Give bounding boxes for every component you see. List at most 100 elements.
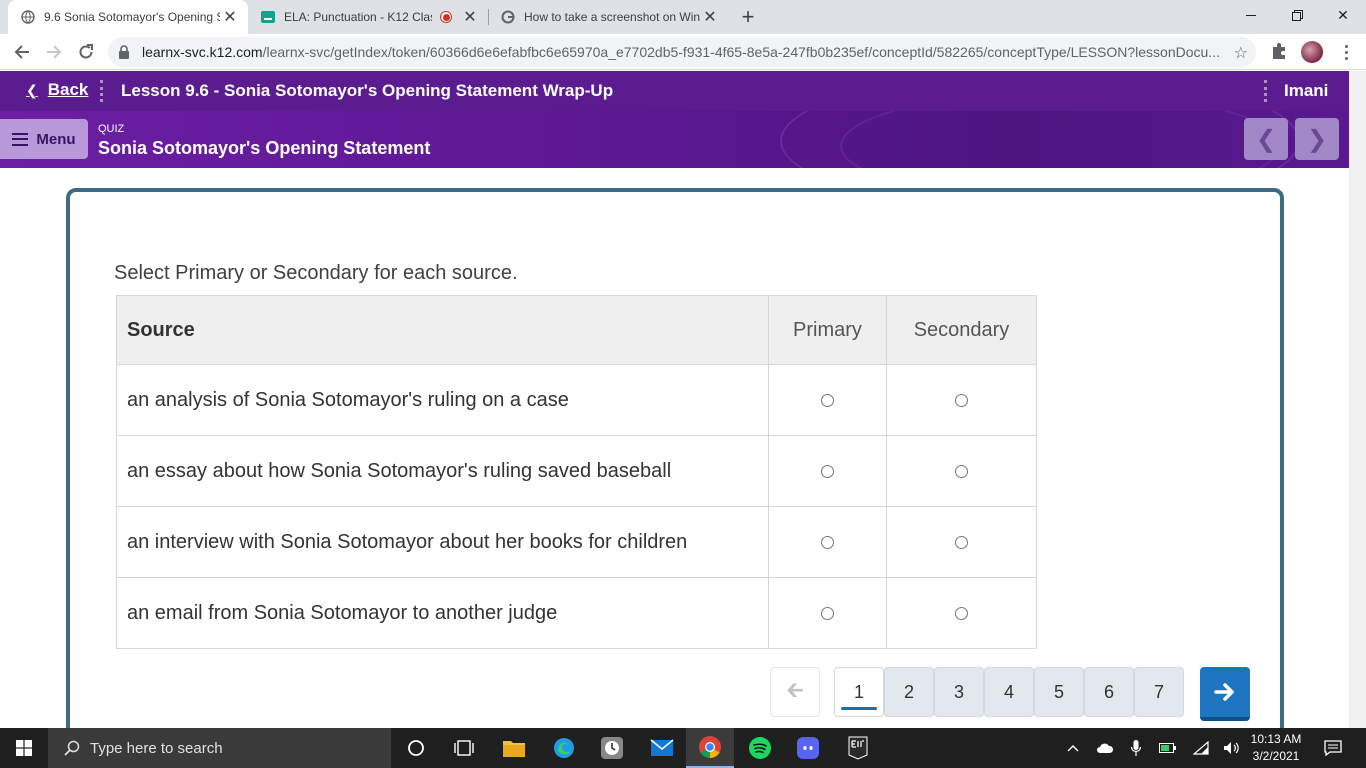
back-link[interactable]: ❮ Back xyxy=(26,80,88,100)
column-header-source: Source xyxy=(116,295,769,365)
table-row: an email from Sonia Sotomayor to another… xyxy=(116,577,1037,649)
microphone-icon[interactable] xyxy=(1126,728,1146,768)
extensions-puzzle-icon[interactable] xyxy=(1270,42,1290,62)
arrow-right-icon xyxy=(1214,683,1234,701)
page-button[interactable]: 2 xyxy=(884,667,934,717)
bookmark-star-icon[interactable]: ☆ xyxy=(1234,43,1248,63)
close-tab-icon[interactable]: ✕ xyxy=(220,7,240,27)
show-hidden-icons[interactable] xyxy=(1062,728,1084,768)
primary-radio[interactable] xyxy=(821,464,834,478)
volume-icon[interactable] xyxy=(1221,728,1243,768)
browser-toolbar: learnx-svc.k12.com/learnx-svc/getIndex/t… xyxy=(0,34,1366,70)
edge-icon[interactable] xyxy=(540,728,588,768)
lesson-title: Lesson 9.6 - Sonia Sotomayor's Opening S… xyxy=(121,81,614,100)
chrome-icon[interactable] xyxy=(686,728,734,768)
k12-globe-icon xyxy=(20,9,36,25)
clock-app-icon[interactable] xyxy=(588,728,636,768)
quiz-title: Sonia Sotomayor's Opening Statement xyxy=(98,138,431,158)
source-text: an essay about how Sonia Sotomayor's rul… xyxy=(116,435,769,507)
current-page-indicator xyxy=(841,707,877,710)
chevron-left-icon: ❮ xyxy=(26,81,38,98)
new-tab-icon[interactable]: + xyxy=(736,4,760,29)
url-host: learnx-svc.k12.com xyxy=(142,44,263,60)
source-text: an analysis of Sonia Sotomayor's ruling … xyxy=(116,364,769,436)
close-window-icon[interactable]: ✕ xyxy=(1320,0,1366,30)
profile-avatar[interactable] xyxy=(1301,41,1323,63)
page-button[interactable]: 7 xyxy=(1134,667,1184,717)
previous-question-button[interactable]: 🡰 xyxy=(770,667,820,717)
secondary-radio[interactable] xyxy=(955,606,968,620)
secondary-cell xyxy=(886,435,1037,507)
tab-title: 9.6 Sonia Sotomayor's Opening S xyxy=(44,10,220,24)
mail-icon[interactable] xyxy=(638,728,686,768)
k12-class-icon xyxy=(260,9,276,25)
close-tab-icon[interactable]: ✕ xyxy=(460,7,480,27)
primary-radio[interactable] xyxy=(821,606,834,620)
primary-cell xyxy=(768,435,887,507)
header-divider xyxy=(1264,80,1267,102)
google-icon xyxy=(500,9,516,25)
onedrive-icon[interactable] xyxy=(1094,728,1116,768)
browser-tab-active[interactable]: 9.6 Sonia Sotomayor's Opening S ✕ xyxy=(8,0,248,34)
column-header-secondary: Secondary xyxy=(886,295,1037,365)
secondary-radio[interactable] xyxy=(955,535,968,549)
table-header-row: Source Primary Secondary xyxy=(116,295,1037,365)
page-number: 1 xyxy=(853,681,864,702)
arrow-left-icon: 🡰 xyxy=(786,677,804,702)
page-number: 6 xyxy=(1103,681,1114,702)
url-path: /learnx-svc/getIndex/token/60366d6e6efab… xyxy=(262,44,1220,60)
page-button[interactable]: 6 xyxy=(1084,667,1134,717)
page-button-current[interactable]: 1 xyxy=(834,667,884,717)
previous-activity-button[interactable]: ❮ xyxy=(1244,118,1288,160)
next-activity-button[interactable]: ❯ xyxy=(1295,118,1339,160)
forward-arrow-icon[interactable] xyxy=(40,38,68,66)
question-prompt: Select Primary or Secondary for each sou… xyxy=(114,262,518,284)
primary-cell xyxy=(768,364,887,436)
windows-start-icon[interactable] xyxy=(0,728,48,768)
menu-label: Menu xyxy=(36,130,76,148)
tab-title: ELA: Punctuation - K12 Class xyxy=(284,10,432,24)
epic-games-icon[interactable] xyxy=(834,728,882,768)
primary-cell xyxy=(768,506,887,578)
task-view-icon[interactable] xyxy=(440,728,488,768)
secondary-radio[interactable] xyxy=(955,464,968,478)
taskbar-search[interactable]: Type here to search xyxy=(48,728,391,768)
page-scrollbar[interactable] xyxy=(1349,71,1366,728)
user-name[interactable]: Imani xyxy=(1284,81,1328,101)
source-text: an email from Sonia Sotomayor to another… xyxy=(116,577,769,649)
clock-time: 10:13 AM xyxy=(1250,732,1302,746)
menu-button[interactable]: Menu xyxy=(0,119,88,159)
file-explorer-icon[interactable] xyxy=(490,728,538,768)
minimize-icon[interactable] xyxy=(1228,0,1274,30)
lesson-header: ❮ Back Lesson 9.6 - Sonia Sotomayor's Op… xyxy=(0,71,1349,111)
page-button[interactable]: 3 xyxy=(934,667,984,717)
next-question-button[interactable] xyxy=(1200,667,1250,721)
secondary-radio[interactable] xyxy=(955,393,968,407)
browser-tab-strip: 9.6 Sonia Sotomayor's Opening S ✕ ELA: P… xyxy=(0,0,1366,34)
back-arrow-icon[interactable] xyxy=(8,38,36,66)
spotify-icon[interactable] xyxy=(736,728,784,768)
cortana-icon[interactable] xyxy=(392,728,440,768)
quiz-type-label: QUIZ xyxy=(98,123,125,135)
secondary-cell xyxy=(886,364,1037,436)
chevron-left-icon: ❮ xyxy=(1255,125,1277,153)
battery-icon[interactable] xyxy=(1157,728,1179,768)
system-clock[interactable]: 10:13 AM 3/2/2021 xyxy=(1248,731,1304,765)
close-tab-icon[interactable]: ✕ xyxy=(700,7,720,27)
page-button[interactable]: 4 xyxy=(984,667,1034,717)
primary-radio[interactable] xyxy=(821,393,834,407)
search-placeholder: Type here to search xyxy=(90,739,223,757)
restore-icon[interactable] xyxy=(1274,0,1320,30)
page-button[interactable]: 5 xyxy=(1034,667,1084,717)
table-row: an analysis of Sonia Sotomayor's ruling … xyxy=(116,364,1037,436)
reload-icon[interactable] xyxy=(72,38,100,66)
browser-tab[interactable]: ELA: Punctuation - K12 Class ✕ xyxy=(248,0,488,34)
wifi-icon[interactable] xyxy=(1190,728,1212,768)
primary-radio[interactable] xyxy=(821,535,834,549)
browser-tab[interactable]: How to take a screenshot on Win ✕ xyxy=(488,0,728,34)
browser-menu-icon[interactable] xyxy=(1336,42,1356,62)
action-center-icon[interactable] xyxy=(1318,728,1348,768)
address-bar[interactable]: learnx-svc.k12.com/learnx-svc/getIndex/t… xyxy=(108,37,1256,67)
page-number: 3 xyxy=(953,681,964,702)
discord-icon[interactable] xyxy=(784,728,832,768)
